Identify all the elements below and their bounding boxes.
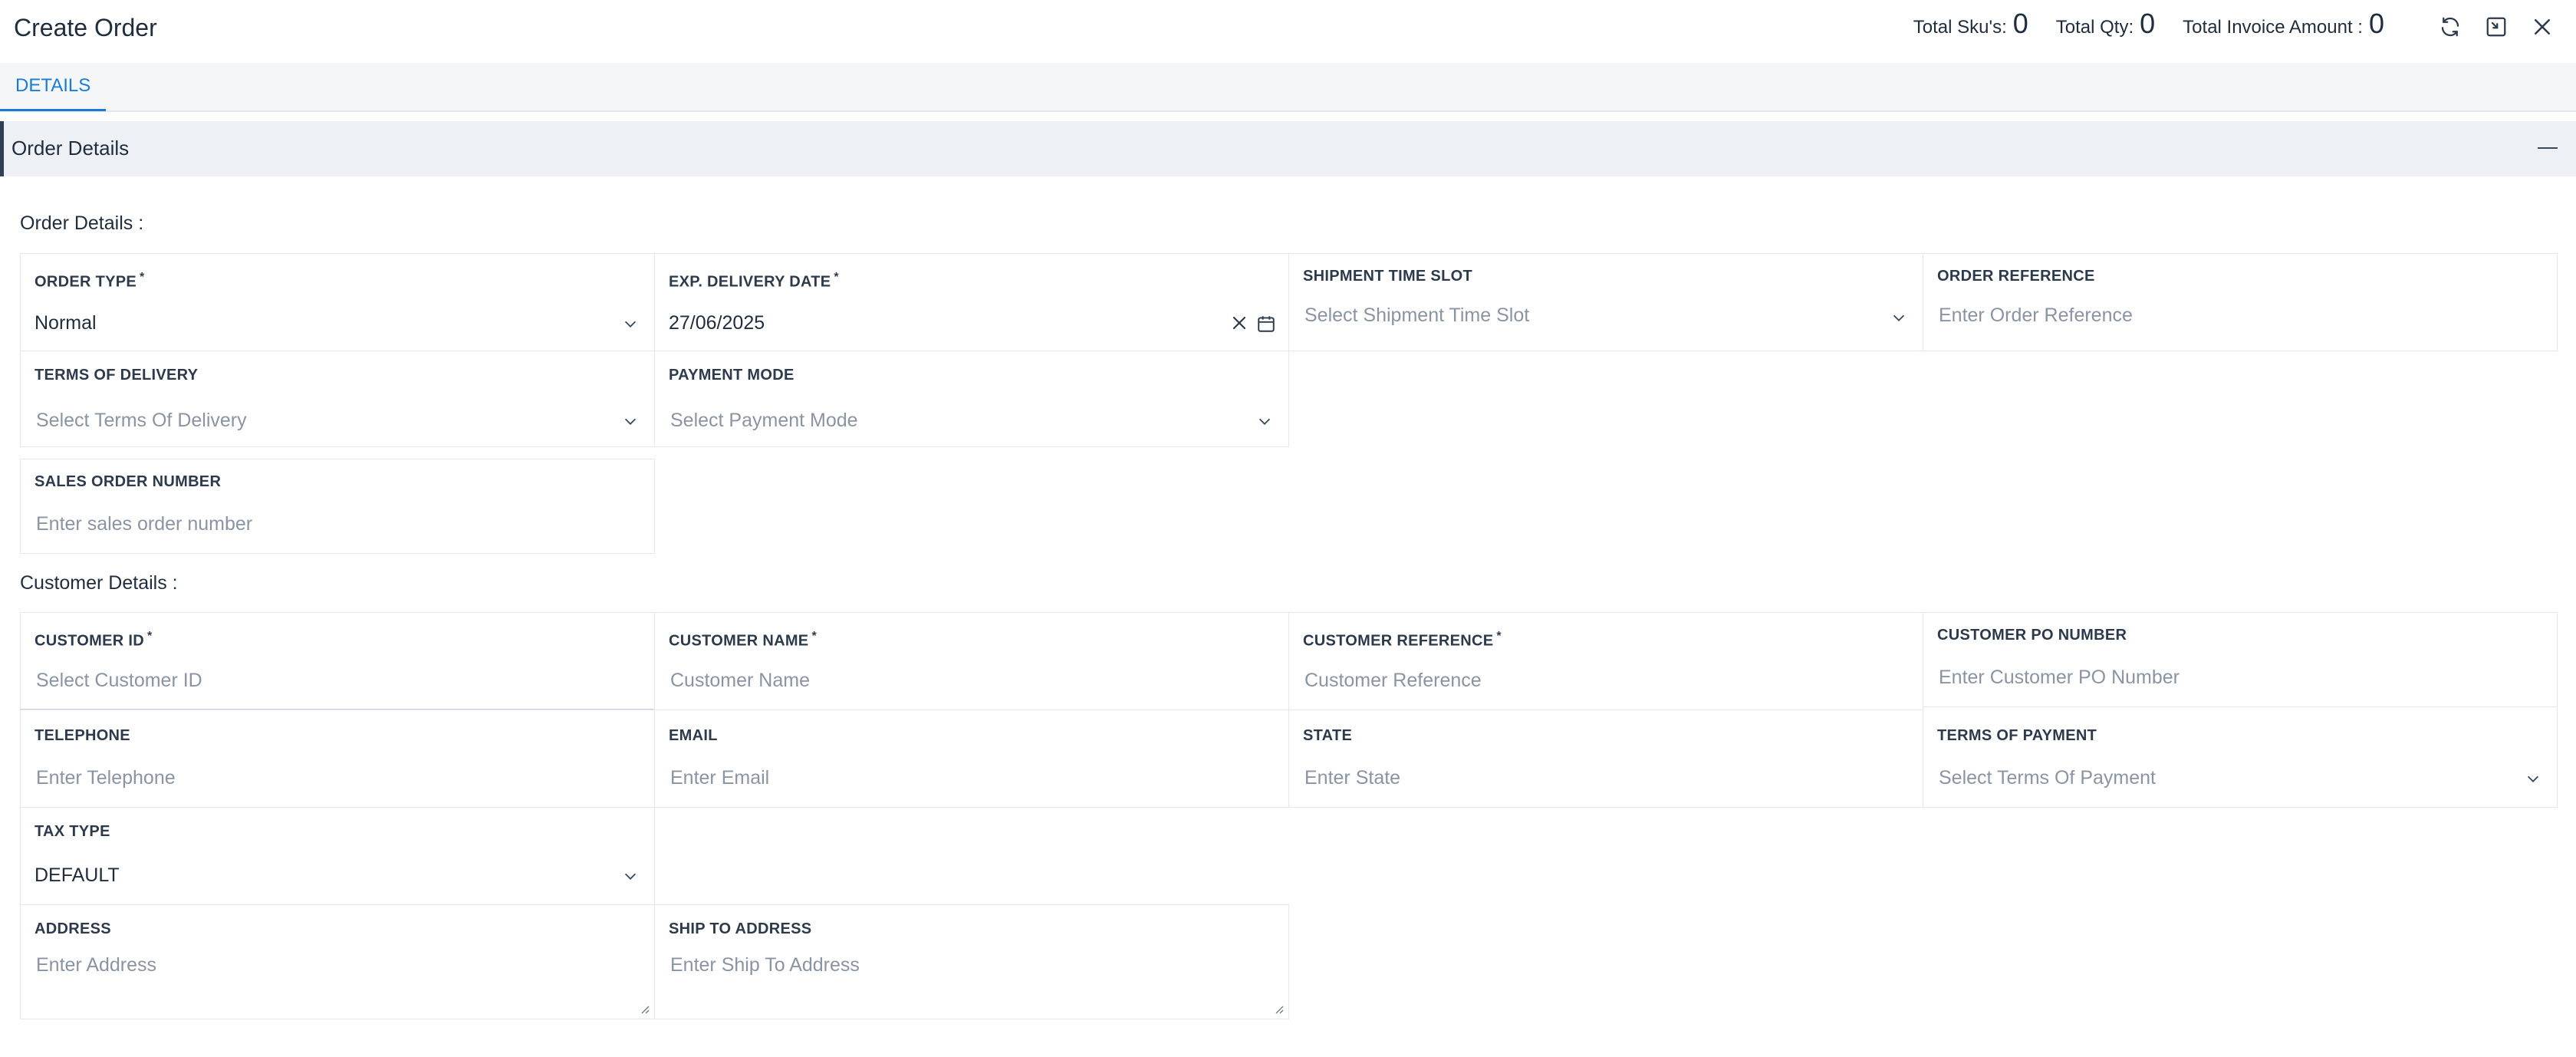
customer-id-label-text: CUSTOMER ID <box>35 632 144 650</box>
payment-mode-select[interactable]: PAYMENT MODE <box>654 351 1289 447</box>
required-marker: * <box>140 271 145 284</box>
order-type-label: ORDER TYPE * <box>35 271 145 291</box>
customer-po-number-input[interactable] <box>1936 662 2522 693</box>
chevron-down-icon <box>622 413 639 430</box>
tab-bar: DETAILS <box>0 63 2576 112</box>
ship-to-address-textarea[interactable] <box>667 954 1276 1016</box>
email-field[interactable]: EMAIL <box>654 710 1289 808</box>
telephone-field[interactable]: TELEPHONE <box>20 710 655 808</box>
state-label: STATE <box>1303 727 1353 744</box>
customer-reference-label: CUSTOMER REFERENCE * <box>1303 630 1502 650</box>
required-marker: * <box>834 271 839 284</box>
sales-order-number-input[interactable] <box>33 509 619 539</box>
order-type-value: Normal <box>35 312 97 334</box>
tab-details[interactable]: DETAILS <box>0 63 107 111</box>
chevron-down-icon <box>1256 413 1273 430</box>
customer-name-label: CUSTOMER NAME * <box>669 630 817 650</box>
sales-order-number-label: SALES ORDER NUMBER <box>35 473 222 490</box>
customer-reference-field[interactable]: CUSTOMER REFERENCE * <box>1288 612 1923 710</box>
resize-handle-icon[interactable] <box>639 1003 650 1014</box>
shipment-time-slot-select[interactable]: SHIPMENT TIME SLOT <box>1288 253 1923 351</box>
total-invoice-label: Total Invoice Amount : <box>2183 17 2363 38</box>
payment-mode-input[interactable] <box>667 405 1253 436</box>
required-marker: * <box>146 630 153 643</box>
customer-po-number-label: CUSTOMER PO NUMBER <box>1937 627 2127 644</box>
chevron-down-icon <box>622 868 639 884</box>
address-textarea[interactable] <box>33 954 642 1016</box>
delivery-date-label: EXP. DELIVERY DATE * <box>669 271 839 291</box>
order-reference-label: ORDER REFERENCE <box>1937 268 2095 285</box>
page-header: Create Order Total Sku's: 0 Total Qty: 0… <box>0 0 2576 63</box>
total-qty: Total Qty: 0 <box>2056 8 2155 40</box>
chevron-down-icon <box>1890 309 1907 326</box>
delivery-date-value: 27/06/2025 <box>669 312 765 334</box>
customer-id-label: CUSTOMER ID * <box>35 630 152 650</box>
tax-type-label: TAX TYPE <box>35 823 110 840</box>
ship-to-address-field[interactable]: SHIP TO ADDRESS <box>654 904 1289 1019</box>
terms-of-delivery-select[interactable]: TERMS OF DELIVERY <box>20 351 655 447</box>
minimize-icon[interactable] <box>2536 137 2559 160</box>
resize-handle-icon[interactable] <box>1273 1003 1284 1014</box>
state-field[interactable]: STATE <box>1288 710 1923 808</box>
customer-id-input[interactable] <box>33 665 619 696</box>
customer-name-field[interactable]: CUSTOMER NAME * <box>654 612 1289 710</box>
state-input[interactable] <box>1301 762 1887 793</box>
payment-mode-label: PAYMENT MODE <box>669 367 795 384</box>
total-invoice-amount: Total Invoice Amount : 0 <box>2183 8 2384 40</box>
order-details-section-header[interactable]: Order Details <box>0 121 2576 176</box>
total-skus-value: 0 <box>2012 8 2028 39</box>
customer-id-select[interactable]: CUSTOMER ID * <box>20 612 655 710</box>
email-input[interactable] <box>667 762 1253 793</box>
email-label: EMAIL <box>669 727 718 744</box>
terms-of-delivery-input[interactable] <box>33 405 619 436</box>
terms-of-payment-input[interactable] <box>1936 762 2522 793</box>
telephone-input[interactable] <box>33 762 619 793</box>
chevron-down-icon <box>2525 770 2541 787</box>
total-qty-value: 0 <box>2140 8 2156 39</box>
required-marker: * <box>811 630 817 643</box>
customer-reference-input[interactable] <box>1301 665 1887 696</box>
customer-name-input[interactable] <box>667 665 1253 696</box>
total-qty-label: Total Qty: <box>2055 17 2134 38</box>
terms-of-payment-label: TERMS OF PAYMENT <box>1937 727 2097 744</box>
section-title: Order Details <box>12 137 130 160</box>
telephone-label: TELEPHONE <box>35 727 130 744</box>
order-totals: Total Sku's: 0 Total Qty: 0 Total Invoic… <box>1913 8 2384 40</box>
address-field[interactable]: ADDRESS <box>20 904 655 1019</box>
tax-type-value: DEFAULT <box>35 864 120 886</box>
delivery-date-picker[interactable]: EXP. DELIVERY DATE * 27/06/2025 <box>654 253 1289 351</box>
total-invoice-value: 0 <box>2368 8 2384 39</box>
calendar-icon[interactable] <box>1256 314 1276 334</box>
refresh-icon[interactable] <box>2437 14 2463 40</box>
customer-details-heading: Customer Details : <box>20 572 178 594</box>
total-skus-label: Total Sku's: <box>1913 17 2007 38</box>
tax-type-select[interactable]: TAX TYPE DEFAULT <box>20 807 655 905</box>
customer-name-label-text: CUSTOMER NAME <box>669 632 809 650</box>
delivery-date-label-text: EXP. DELIVERY DATE <box>669 273 831 291</box>
order-type-select[interactable]: ORDER TYPE * Normal <box>20 253 655 351</box>
terms-of-payment-select[interactable]: TERMS OF PAYMENT <box>1923 706 2558 808</box>
order-type-label-text: ORDER TYPE <box>35 273 137 291</box>
order-reference-input[interactable] <box>1936 300 2522 331</box>
chevron-down-icon <box>622 315 639 332</box>
customer-reference-label-text: CUSTOMER REFERENCE <box>1303 632 1494 650</box>
close-icon[interactable] <box>2529 14 2555 40</box>
page-title: Create Order <box>14 14 157 41</box>
shipment-time-slot-label: SHIPMENT TIME SLOT <box>1303 268 1472 285</box>
ship-to-address-label: SHIP TO ADDRESS <box>669 920 812 937</box>
address-label: ADDRESS <box>35 920 111 937</box>
required-marker: * <box>1496 630 1502 643</box>
terms-of-delivery-label: TERMS OF DELIVERY <box>35 367 199 384</box>
collapse-window-icon[interactable] <box>2483 14 2509 40</box>
total-skus: Total Sku's: 0 <box>1913 8 2028 40</box>
sales-order-number-field[interactable]: SALES ORDER NUMBER <box>20 459 655 554</box>
shipment-time-slot-input[interactable] <box>1301 300 1887 331</box>
clear-icon[interactable] <box>1230 314 1249 332</box>
customer-po-number-field[interactable]: CUSTOMER PO NUMBER <box>1923 612 2558 707</box>
order-reference-field[interactable]: ORDER REFERENCE <box>1923 253 2558 351</box>
order-details-heading: Order Details : <box>20 212 144 234</box>
